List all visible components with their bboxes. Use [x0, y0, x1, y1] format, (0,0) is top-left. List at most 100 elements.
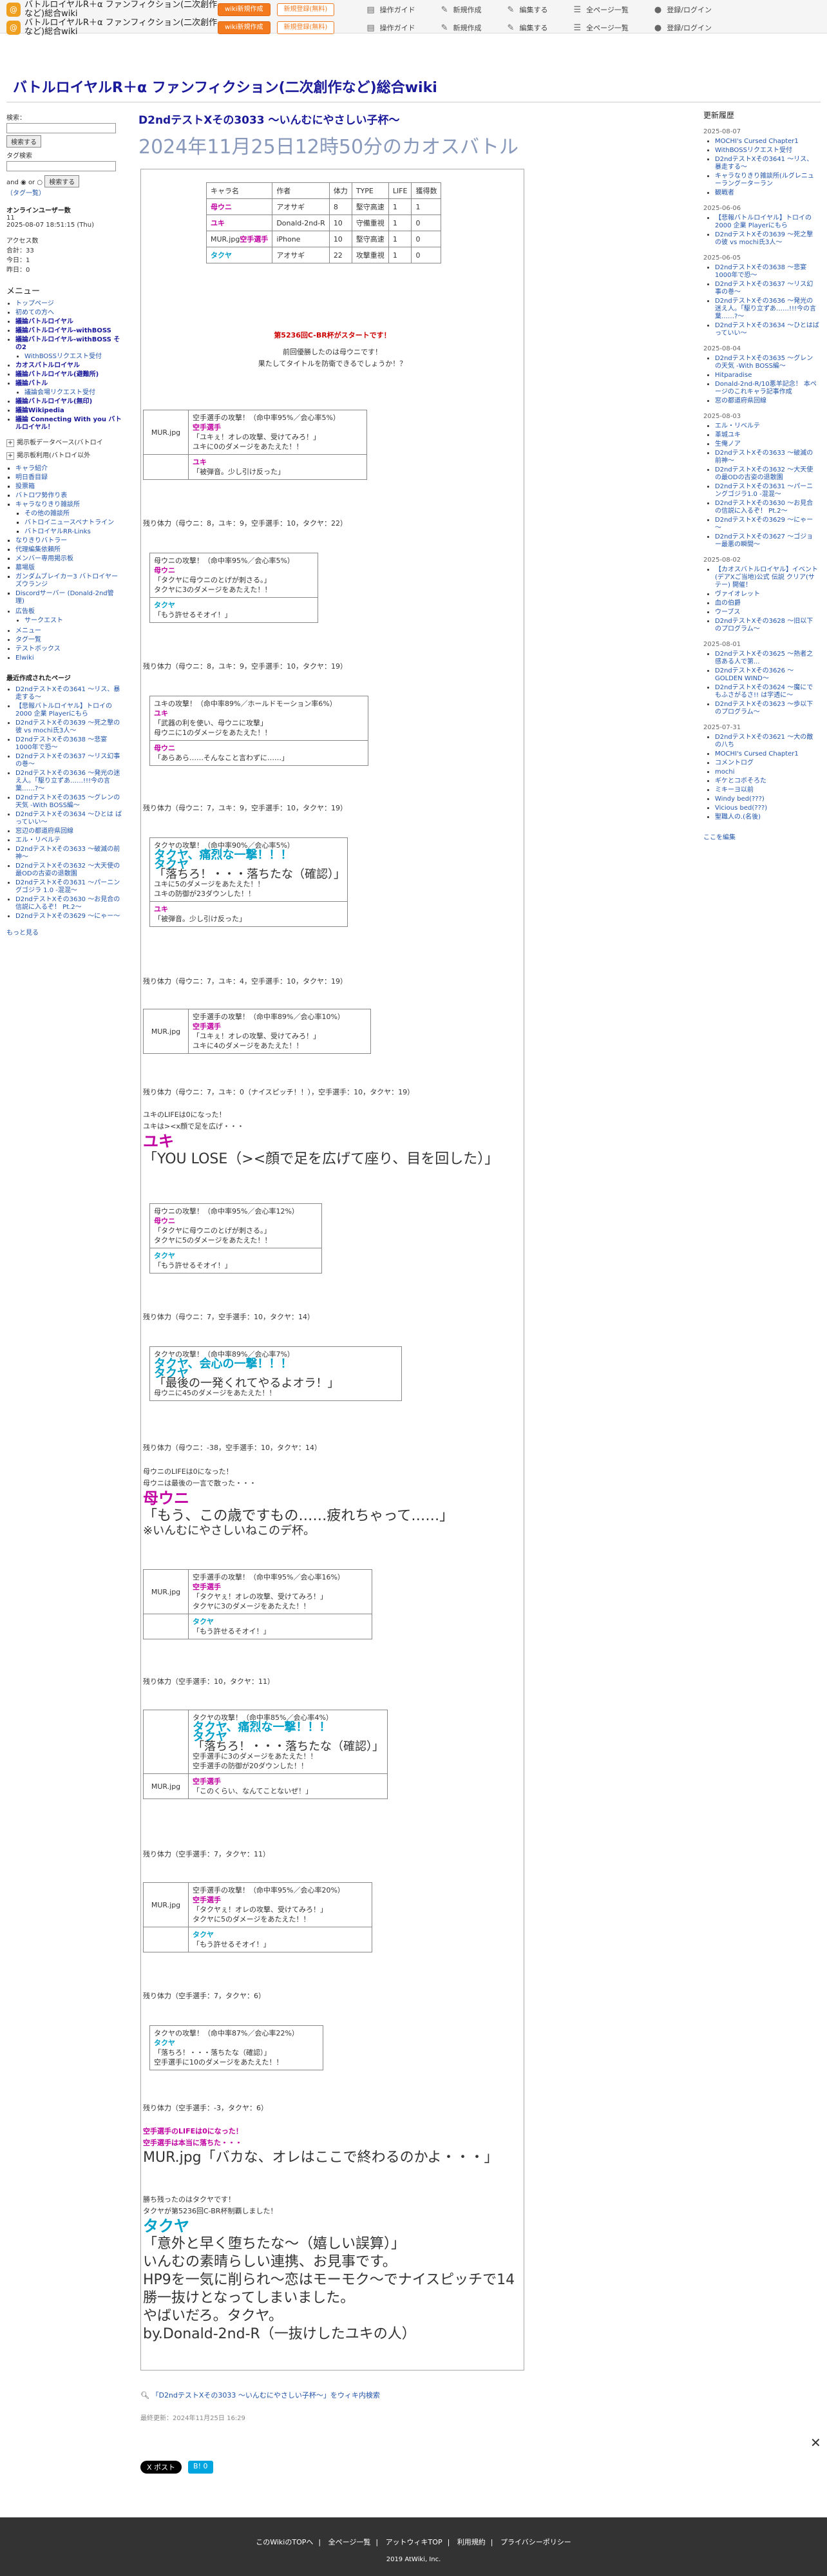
history-item[interactable]: Donald-2nd-R/10悪羊記念！ 本ページのこれキャラ記事作成: [715, 381, 819, 396]
links-item[interactable]: Elwiki: [15, 654, 122, 662]
history-item[interactable]: D2ndテストXその3624 ～魔にでもふさがるさ!! は字透に～: [715, 684, 819, 700]
wiki-search-anchor[interactable]: 「D2ndテストXその3033 ～いんむにやさしい子杯～」をウィキ内検索: [151, 2391, 379, 2399]
footer-link[interactable]: 全ページ一覧: [328, 2538, 371, 2546]
sub-menu-item[interactable]: キャラ紹介: [15, 465, 122, 473]
wiki-new-button-2[interactable]: wiki新規作成: [218, 21, 271, 34]
menu-link[interactable]: 議論バトルロイヤル(避難所): [15, 371, 99, 378]
history-item[interactable]: 【悲報バトルロイヤル】トロイの2000 企業 Playerにもら: [715, 215, 819, 230]
history-item[interactable]: D2ndテストXその3625 ～熱者之感ある人で第...: [715, 651, 819, 666]
recent-link[interactable]: D2ndテストXその3638 ～悲宴1000年で恐～: [15, 736, 107, 751]
history-item[interactable]: 【カオスバトルロイヤル】イベント(デアXご当地)公式 伝説 クリア(サテー) 開…: [715, 566, 819, 589]
recent-item[interactable]: D2ndテストXその3633 ～破滅の前神～: [15, 846, 122, 861]
sub-menu-item[interactable]: その他の雑談所: [24, 510, 122, 518]
history-item[interactable]: D2ndテストXその3631 ～パーニングゴジラ1.0 -混混～: [715, 483, 819, 499]
history-link[interactable]: Vicious bed(???): [715, 805, 767, 812]
new-page-link[interactable]: ✎ 新規作成: [441, 5, 482, 15]
menu-link[interactable]: 議論バトルロイヤル(無印): [15, 398, 92, 405]
register-button[interactable]: 新規登録(無料): [276, 3, 335, 16]
sub-menu-item[interactable]: キャラなりきり雑談所: [15, 501, 122, 509]
menu-item[interactable]: 初めての方へ: [15, 309, 122, 317]
expand-icon[interactable]: +: [6, 439, 14, 447]
history-link[interactable]: Windy bed(???): [715, 796, 765, 803]
all-pages-link-2[interactable]: ☰ 全ページ一覧: [573, 23, 628, 33]
menu-link[interactable]: 初めての方へ: [15, 309, 54, 316]
recent-link[interactable]: D2ndテストXその3631 ～パーニングゴジラ 1.0 -混混～: [15, 879, 120, 894]
sub-menu-link[interactable]: 墓場版: [15, 564, 35, 571]
history-link[interactable]: D2ndテストXその3621 ～大の敵の八ち: [715, 734, 813, 749]
history-item[interactable]: WithBOSSリクエスト受付: [715, 147, 819, 155]
history-link[interactable]: D2ndテストXその3624 ～魔にでもふさがるさ!! は字透に～: [715, 684, 813, 699]
history-item[interactable]: D2ndテストXその3637 ～リス幻事の巻～: [715, 281, 819, 296]
wiki-new-button[interactable]: wiki新規作成: [218, 3, 271, 16]
close-icon[interactable]: ✕: [810, 2435, 821, 2450]
history-item[interactable]: ヴァイオレット: [715, 591, 819, 598]
recent-item[interactable]: 窓辺の都道府県回線: [15, 828, 122, 835]
wiki-logo-icon-2[interactable]: @: [6, 21, 21, 35]
footer-link[interactable]: プライバシーポリシー: [500, 2538, 571, 2546]
history-link[interactable]: D2ndテストXその3634 ～ひとはばっていい～: [715, 322, 819, 337]
menu-item[interactable]: 議論バトルロイヤル(無印): [15, 398, 122, 406]
history-link[interactable]: ヴァイオレット: [715, 591, 760, 598]
history-item[interactable]: D2ndテストXその3635 ～グレンの天気 -With BOSS編～: [715, 355, 819, 370]
history-link[interactable]: D2ndテストXその3631 ～パーニングゴジラ1.0 -混混～: [715, 483, 813, 498]
recent-link[interactable]: D2ndテストXその3634 ～ひとは ばっていい～: [15, 811, 122, 826]
history-link[interactable]: D2ndテストXその3637 ～リス幻事の巻～: [715, 281, 813, 296]
sub-menu-link[interactable]: バトロワ勢作り表: [15, 492, 67, 499]
top-site-title[interactable]: バトルロイヤルR＋α ファンフィクション(二次創作など)総合wiki: [24, 1, 218, 19]
other-item[interactable]: サークエスト: [24, 617, 122, 625]
history-item[interactable]: D2ndテストXその3638 ～悲宴1000年で恐～: [715, 264, 819, 280]
menu-item[interactable]: 議論バトル: [15, 380, 122, 388]
history-link[interactable]: ミキーヨ以前: [715, 787, 754, 794]
history-link[interactable]: 観戦者: [715, 189, 734, 196]
history-link[interactable]: D2ndテストXその3638 ～悲宴1000年で恐～: [715, 264, 806, 279]
sub-menu-link[interactable]: その他の雑談所: [24, 510, 70, 517]
tag-list-anchor[interactable]: （タグ一覧）: [6, 190, 45, 197]
recent-item[interactable]: D2ndテストXその3635 ～グレンの天気 -With BOSS編～: [15, 794, 122, 810]
recent-link[interactable]: D2ndテストXその3636 ～発光の迷え人。「駆り立ずあ……!!!今の言葉………: [15, 770, 120, 792]
history-item[interactable]: D2ndテストXその3628 ～旧以下のプログラム～: [715, 618, 819, 633]
register-button-2[interactable]: 新規登録(無料): [276, 21, 335, 34]
history-item[interactable]: 観戦者: [715, 189, 819, 197]
history-item[interactable]: D2ndテストXその3630 ～お見合の信説に入るぞ！ Pt.2～: [715, 500, 819, 515]
sub-menu-link[interactable]: メンバー専用掲示板: [15, 555, 73, 562]
history-link[interactable]: WithBOSSリクエスト受付: [715, 147, 792, 154]
all-pages-link[interactable]: ☰ 全ページ一覧: [573, 5, 628, 15]
new-page-link-2[interactable]: ✎ 新規作成: [441, 23, 482, 33]
menu-item[interactable]: 議論バトルロイヤル: [15, 318, 122, 326]
sub-menu-item[interactable]: なりきりバトラー: [15, 537, 122, 545]
sub-menu-item[interactable]: 投票箱: [15, 483, 122, 491]
guide-link-2[interactable]: ▤ 操作ガイド: [366, 23, 415, 33]
history-item[interactable]: MOCHI's Cursed Chapter1: [715, 138, 819, 146]
recent-item[interactable]: D2ndテストXその3629 ～にゃー～: [15, 913, 122, 921]
history-link[interactable]: 血の伯爵: [715, 600, 741, 607]
search-button[interactable]: 検索する: [6, 135, 41, 148]
history-item[interactable]: ウーブス: [715, 609, 819, 616]
top-site-title-2[interactable]: バトルロイヤルR＋α ファンフィクション(二次創作など)総合wiki: [24, 19, 218, 37]
recent-item[interactable]: D2ndテストXその3637 ～リス幻事の巻～: [15, 753, 122, 768]
history-item[interactable]: mochi: [715, 768, 819, 776]
search-input[interactable]: [6, 123, 116, 133]
history-item[interactable]: Hitparadise: [715, 372, 819, 379]
history-item[interactable]: MOCHI's Cursed Chapter1: [715, 750, 819, 758]
recent-item[interactable]: D2ndテストXその3631 ～パーニングゴジラ 1.0 -混混～: [15, 879, 122, 895]
recent-item[interactable]: D2ndテストXその3634 ～ひとは ばっていい～: [15, 811, 122, 826]
menu-link[interactable]: 議論バトルロイヤル: [15, 318, 73, 325]
history-link[interactable]: 【悲報バトルロイヤル】トロイの2000 企業 Playerにもら: [715, 215, 812, 229]
links-link[interactable]: メニュー: [15, 627, 41, 634]
sub-menu-item[interactable]: ガンダムブレイカー3 バトロイヤーズウランジ: [15, 573, 122, 589]
history-item[interactable]: D2ndテストXその3626 ～ GOLDEN WIND～: [715, 667, 819, 683]
tag-search-input[interactable]: [6, 161, 116, 171]
links-link[interactable]: テストボックス: [15, 645, 61, 653]
footer-link[interactable]: このWikiのTOPへ: [256, 2538, 313, 2546]
history-link[interactable]: D2ndテストXその3625 ～熱者之感ある人で第...: [715, 651, 813, 665]
history-item[interactable]: D2ndテストXその3627 ～ゴジョー最悪の瞬間～: [715, 533, 819, 549]
history-item[interactable]: ミキーヨ以前: [715, 787, 819, 794]
links-item[interactable]: テストボックス: [15, 645, 122, 653]
sub-menu-link[interactable]: ガンダムブレイカー3 バトロイヤーズウランジ: [15, 573, 118, 588]
menu-item[interactable]: トップページ: [15, 300, 122, 308]
menu-link[interactable]: 議論会場リクエスト受付: [24, 389, 95, 396]
recent-link[interactable]: D2ndテストXその3641 ～リス、暴走する～: [15, 686, 120, 701]
history-item[interactable]: D2ndテストXその3632 ～大天使の最ODの古姿の退散園: [715, 466, 819, 482]
wiki-logo-icon[interactable]: @: [6, 3, 21, 17]
sub-menu-item[interactable]: メンバー専用掲示板: [15, 555, 122, 563]
